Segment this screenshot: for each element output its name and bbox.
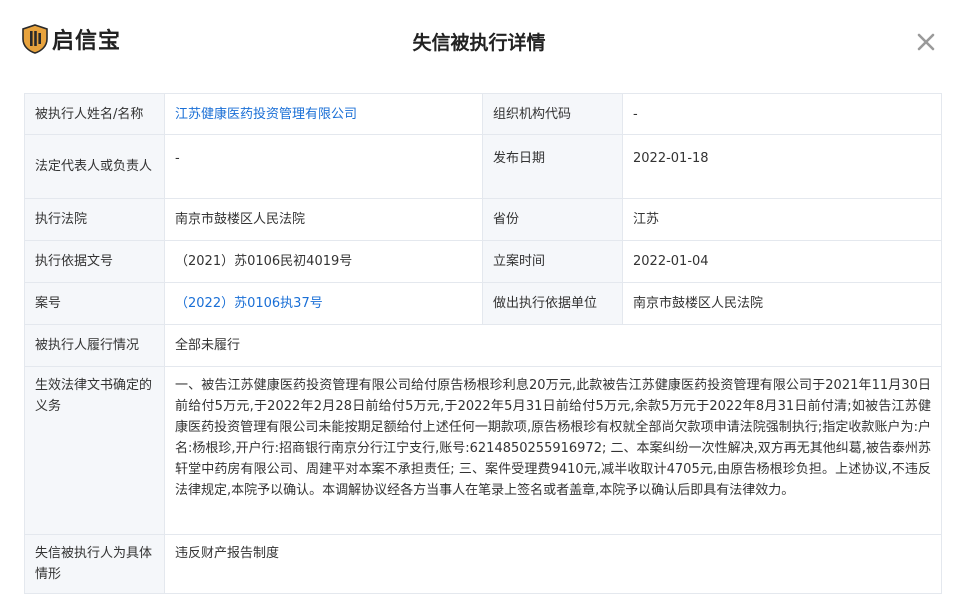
circumstance-label: 失信被执行人为具体情形 xyxy=(24,534,165,594)
publish-date-value: 2022-01-18 xyxy=(622,134,942,199)
province-value: 江苏 xyxy=(622,198,942,241)
basis-unit-label: 做出执行依据单位 xyxy=(482,282,623,325)
filing-date-label: 立案时间 xyxy=(482,240,623,283)
basis-unit-value: 南京市鼓楼区人民法院 xyxy=(622,282,942,325)
executee-name-link[interactable]: 江苏健康医药投资管理有限公司 xyxy=(164,93,483,135)
table-row: 被执行人姓名/名称 江苏健康医药投资管理有限公司 组织机构代码 - xyxy=(24,93,942,135)
table-row: 失信被执行人为具体情形 违反财产报告制度 xyxy=(24,534,942,594)
legal-rep-value: - xyxy=(164,134,483,199)
basis-doc-no-label: 执行依据文号 xyxy=(24,240,165,283)
table-row: 执行依据文号 （2021）苏0106民初4019号 立案时间 2022-01-0… xyxy=(24,240,942,283)
close-icon[interactable] xyxy=(914,30,938,54)
executee-name-label: 被执行人姓名/名称 xyxy=(24,93,165,135)
legal-rep-label: 法定代表人或负责人 xyxy=(24,134,165,199)
duty-value: 一、被告江苏健康医药投资管理有限公司给付原告杨根珍利息20万元,此款被告江苏健康… xyxy=(164,366,942,535)
case-no-link[interactable]: （2022）苏0106执37号 xyxy=(164,282,483,325)
court-label: 执行法院 xyxy=(24,198,165,241)
duty-label: 生效法律文书确定的义务 xyxy=(24,366,165,535)
org-code-value: - xyxy=(622,93,942,135)
filing-date-value: 2022-01-04 xyxy=(622,240,942,283)
case-no-label: 案号 xyxy=(24,282,165,325)
circumstance-value: 违反财产报告制度 xyxy=(164,534,942,594)
province-label: 省份 xyxy=(482,198,623,241)
table-row: 案号 （2022）苏0106执37号 做出执行依据单位 南京市鼓楼区人民法院 xyxy=(24,282,942,325)
org-code-label: 组织机构代码 xyxy=(482,93,623,135)
detail-table: 被执行人姓名/名称 江苏健康医药投资管理有限公司 组织机构代码 - 法定代表人或… xyxy=(24,93,942,594)
basis-doc-no-value: （2021）苏0106民初4019号 xyxy=(164,240,483,283)
table-row: 被执行人履行情况 全部未履行 xyxy=(24,324,942,367)
publish-date-label: 发布日期 xyxy=(482,134,623,199)
table-row: 法定代表人或负责人 - 发布日期 2022-01-18 xyxy=(24,134,942,199)
page-title: 失信被执行详情 xyxy=(412,32,546,54)
performance-value: 全部未履行 xyxy=(164,324,942,367)
table-row: 执行法院 南京市鼓楼区人民法院 省份 江苏 xyxy=(24,198,942,241)
table-row: 生效法律文书确定的义务 一、被告江苏健康医药投资管理有限公司给付原告杨根珍利息2… xyxy=(24,366,942,535)
court-value: 南京市鼓楼区人民法院 xyxy=(164,198,483,241)
modal-header: 启信宝 失信被执行详情 xyxy=(0,0,958,80)
performance-label: 被执行人履行情况 xyxy=(24,324,165,367)
